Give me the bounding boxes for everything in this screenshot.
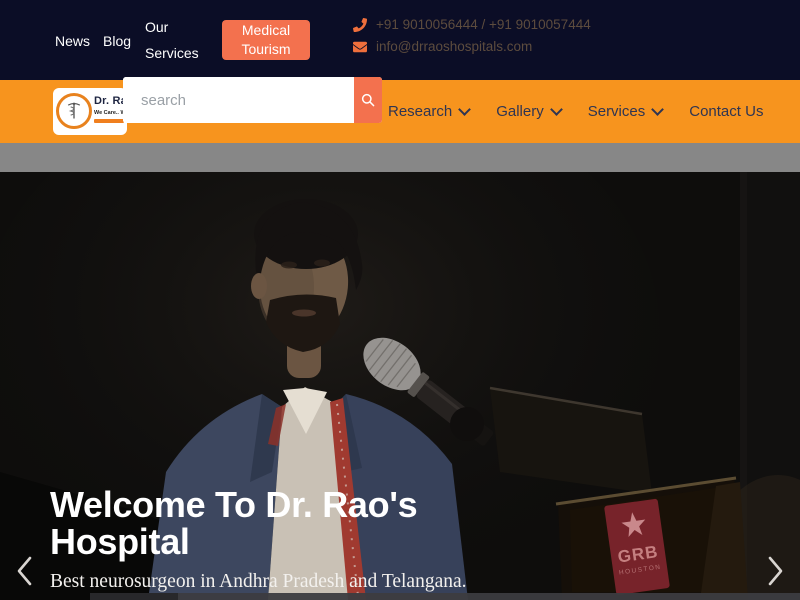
chevron-left-icon <box>8 550 42 590</box>
medical-tourism-button[interactable]: Medical Tourism <box>222 20 310 60</box>
topbar-link-our-services[interactable]: Our Services <box>145 14 201 66</box>
nav-item-contact-us[interactable]: Contact Us <box>689 103 763 120</box>
search-button[interactable] <box>354 77 382 123</box>
phone-row[interactable]: +91 9010056444 / +91 9010057444 <box>353 17 591 32</box>
chevron-down-icon <box>458 103 471 116</box>
nav-item-gallery[interactable]: Gallery <box>496 103 561 120</box>
hero-slider: GRB HOUSTON Welcome To Dr. Rao's Hospita… <box>0 172 800 600</box>
nav-item-label: Research <box>388 103 452 120</box>
slider-next-button[interactable] <box>758 550 792 590</box>
page: News Blog Our Services Medical Tourism +… <box>0 0 800 600</box>
nav-item-services[interactable]: Services <box>588 103 663 120</box>
search-icon <box>360 92 376 108</box>
chevron-down-icon <box>550 103 563 116</box>
nav-item-research[interactable]: Research <box>388 103 469 120</box>
main-nav-links: Research Gallery Services Contact Us <box>388 80 763 143</box>
phone-icon <box>353 18 367 32</box>
chevron-right-icon <box>758 550 792 590</box>
logo-tagline: We Care.. W <box>94 110 126 116</box>
nav-item-label: Services <box>588 103 646 120</box>
nav-item-label: Contact Us <box>689 103 763 120</box>
phone-numbers: +91 9010056444 / +91 9010057444 <box>376 17 591 32</box>
topbar-link-blog[interactable]: Blog <box>103 33 131 49</box>
slider-prev-button[interactable] <box>8 550 42 590</box>
caduceus-icon <box>56 93 92 129</box>
separator-band <box>0 143 800 172</box>
contact-info: +91 9010056444 / +91 9010057444 info@drr… <box>353 17 591 54</box>
search-input[interactable] <box>123 77 354 123</box>
search-bar <box>123 77 382 123</box>
mail-icon <box>353 40 367 54</box>
chevron-down-icon <box>651 103 664 116</box>
email-address: info@drraoshospitals.com <box>376 39 532 54</box>
top-utility-bar: News Blog Our Services Medical Tourism +… <box>0 0 800 80</box>
nav-item-label: Gallery <box>496 103 544 120</box>
logo-accent-bar <box>94 119 124 123</box>
topbar-link-news[interactable]: News <box>55 33 90 49</box>
hero-title: Welcome To Dr. Rao's Hospital <box>50 486 510 561</box>
hospital-logo[interactable]: Dr. Ra We Care.. W <box>53 88 127 135</box>
hero-subtitle: Best neurosurgeon in Andhra Pradesh and … <box>50 571 467 593</box>
email-row[interactable]: info@drraoshospitals.com <box>353 39 591 54</box>
